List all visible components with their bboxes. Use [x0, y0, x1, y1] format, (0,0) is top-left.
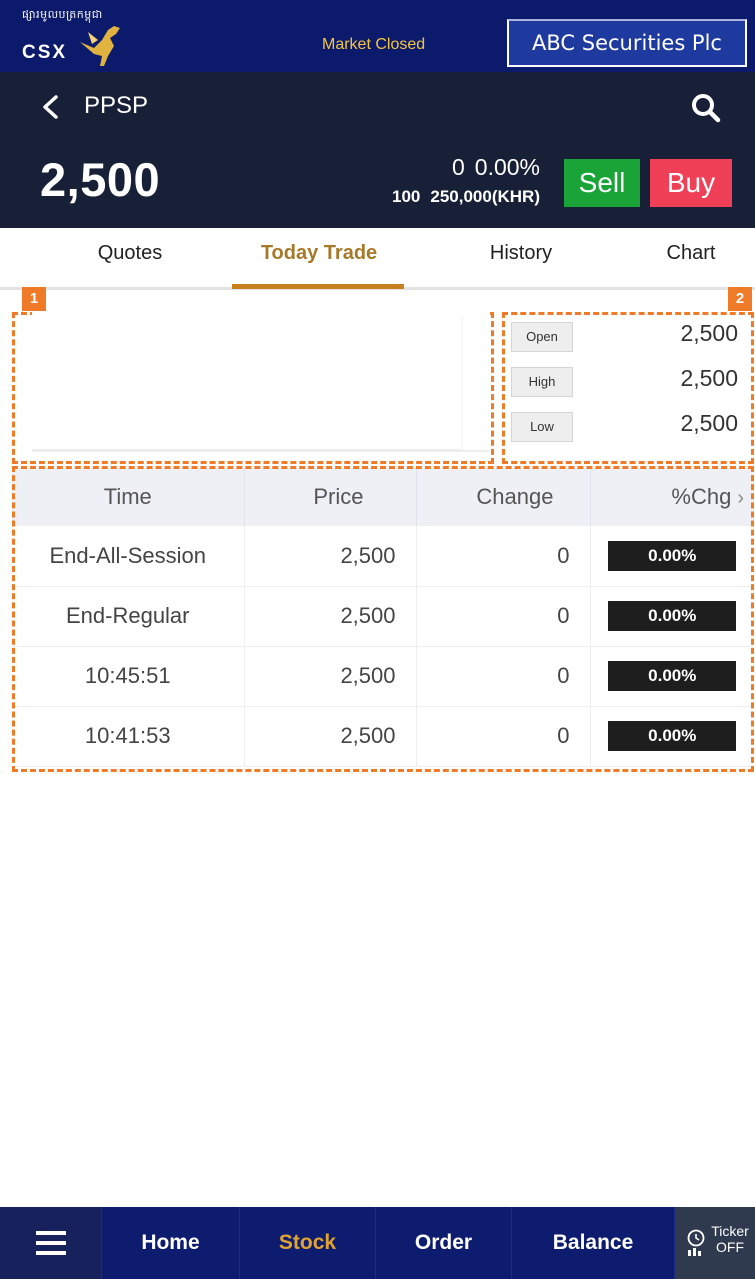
ohl-row-high: High 2,500 — [505, 365, 750, 397]
csx-logo: ផ្សារមូលបត្រកម្ពុជា CSX — [22, 8, 132, 68]
ticker-label-bottom: OFF — [716, 1239, 744, 1255]
ticker-clock-icon — [687, 1229, 705, 1256]
annotation-marker-2: 2 — [728, 287, 752, 311]
tab-history[interactable]: History — [466, 242, 576, 265]
ticker-toggle[interactable]: Ticker OFF — [675, 1207, 755, 1279]
nav-stock[interactable]: Stock — [240, 1207, 376, 1279]
top-brand-bar: ផ្សារមូលបត្រកម្ពុជា CSX Market Closed AB… — [0, 0, 755, 72]
nav-balance[interactable]: Balance — [512, 1207, 675, 1279]
volume-value: 100 250,000(KHR) — [382, 187, 540, 207]
market-status: Market Closed — [322, 36, 426, 53]
bottom-nav: Home Stock Order Balance Ticker OFF — [0, 1207, 755, 1279]
open-value: 2,500 — [680, 320, 738, 346]
symbol-name: PPSP — [84, 92, 149, 119]
trade-value: 250,000(KHR) — [430, 187, 540, 206]
buy-button[interactable]: Buy — [650, 159, 732, 207]
ohl-row-low: Low 2,500 — [505, 410, 750, 442]
low-label: Low — [511, 412, 573, 442]
symbol-header: PPSP 2,500 0 0.00% 100 250,000(KHR) Sell B… — [0, 72, 755, 228]
high-value: 2,500 — [680, 365, 738, 391]
ohl-row-open: Open 2,500 — [505, 320, 750, 352]
back-chevron-icon[interactable] — [38, 94, 64, 120]
intraday-chart-canvas — [32, 316, 463, 451]
bird-logo-icon — [80, 26, 120, 66]
change-value: 0 — [451, 154, 465, 180]
nav-order[interactable]: Order — [376, 1207, 512, 1279]
tab-today-trade[interactable]: Today Trade — [240, 242, 398, 265]
open-label: Open — [511, 322, 573, 352]
broker-badge: ABC Securities Plc — [507, 19, 747, 67]
active-tab-indicator — [232, 284, 404, 289]
ohl-panel: Open 2,500 High 2,500 Low 2,500 — [505, 315, 750, 455]
low-value: 2,500 — [680, 410, 738, 436]
sell-button[interactable]: Sell — [564, 159, 640, 207]
hamburger-menu-icon — [36, 1231, 66, 1255]
price-change: 0 0.00% — [442, 154, 540, 181]
nav-home[interactable]: Home — [102, 1207, 240, 1279]
logo-csx-text: CSX — [22, 42, 68, 63]
tab-chart[interactable]: Chart — [650, 242, 732, 265]
intraday-chart — [32, 312, 490, 452]
ticker-label: Ticker OFF — [709, 1223, 751, 1255]
tab-quotes[interactable]: Quotes — [74, 242, 186, 265]
high-label: High — [511, 367, 573, 397]
annotation-box-3 — [12, 466, 754, 772]
annotation-marker-1: 1 — [22, 287, 46, 311]
volume: 100 — [392, 187, 421, 206]
menu-button[interactable] — [0, 1207, 102, 1279]
last-price: 2,500 — [40, 153, 161, 206]
tab-bar: Quotes Today Trade History Chart — [0, 228, 755, 290]
change-percent: 0.00% — [474, 154, 540, 180]
ticker-label-top: Ticker — [711, 1223, 749, 1239]
search-icon[interactable] — [690, 92, 722, 124]
